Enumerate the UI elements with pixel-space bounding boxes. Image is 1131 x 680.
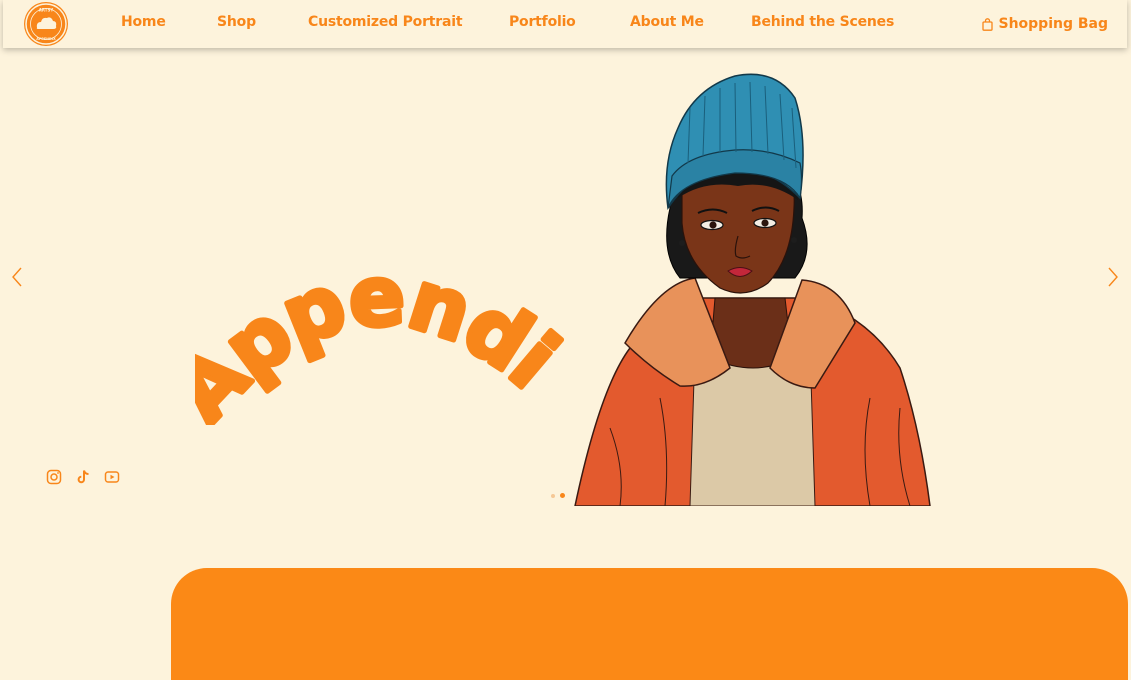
nav-portfolio[interactable]: Portfolio xyxy=(509,14,576,34)
slider-dot-1[interactable] xyxy=(551,493,555,498)
logo-text-bottom: APPENDIX xyxy=(36,37,56,41)
slider-prev-button[interactable] xyxy=(10,265,24,289)
nav-home[interactable]: Home xyxy=(121,14,166,34)
logo[interactable]: ARTSY APPENDIX xyxy=(24,2,68,46)
portrait-illustration xyxy=(570,68,940,507)
slider-dot-2[interactable] xyxy=(560,493,565,498)
slide-title: Appendix xyxy=(152,178,578,444)
slider-pagination xyxy=(551,493,565,498)
nav-behind-the-scenes[interactable]: Behind the Scenes xyxy=(751,14,894,34)
nav-about-me[interactable]: About Me xyxy=(630,14,704,34)
instagram-icon[interactable] xyxy=(46,469,62,485)
shopping-bag-icon xyxy=(982,17,994,31)
social-links xyxy=(46,469,120,485)
slider-next-button[interactable] xyxy=(1106,265,1120,289)
tiktok-icon[interactable] xyxy=(75,469,91,485)
chevron-left-icon xyxy=(12,267,22,287)
nav-customized-portrait[interactable]: Customized Portrait xyxy=(308,14,463,34)
shopping-bag-label: Shopping Bag xyxy=(998,16,1108,32)
logo-text-top: ARTSY xyxy=(39,8,54,13)
site-header: ARTSY APPENDIX Home Shop Customized Port… xyxy=(3,0,1127,48)
shopping-bag-button[interactable]: Shopping Bag xyxy=(982,14,1108,34)
page: ARTSY APPENDIX Home Shop Customized Port… xyxy=(0,0,1131,680)
svg-text:Appendix: Appendix xyxy=(195,255,565,425)
slide-title-text: Appendix xyxy=(152,178,578,444)
chevron-right-icon xyxy=(1108,267,1118,287)
youtube-icon[interactable] xyxy=(104,469,120,485)
featured-section xyxy=(171,568,1128,680)
logo-badge-icon: ARTSY APPENDIX xyxy=(25,3,67,45)
nav-shop[interactable]: Shop xyxy=(217,14,256,34)
